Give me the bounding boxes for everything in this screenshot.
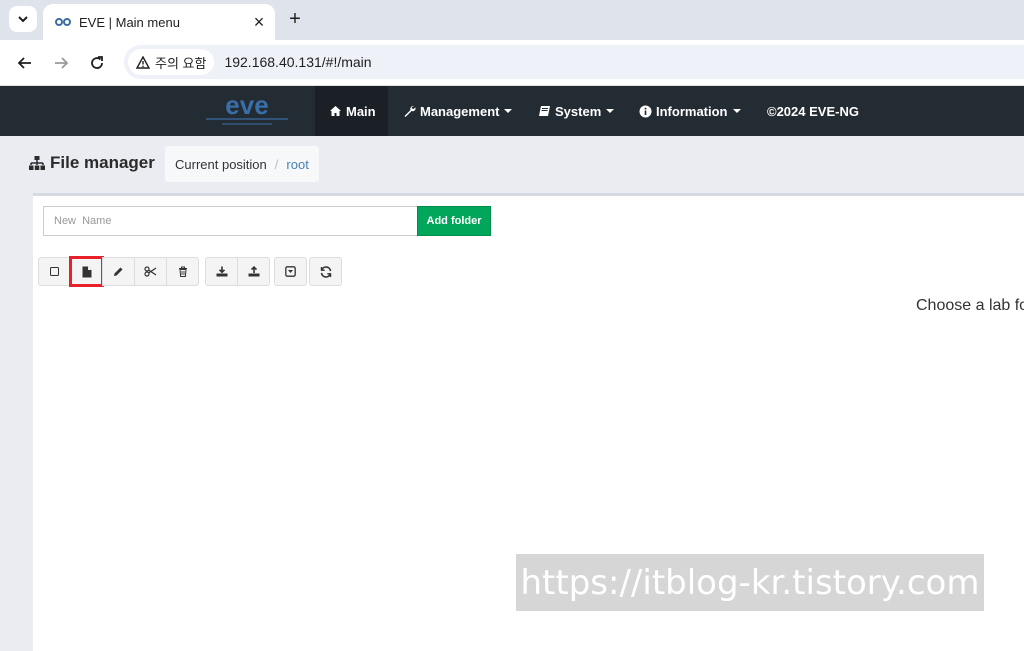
nav-management-label: Management <box>420 103 500 119</box>
nav-system[interactable]: System <box>538 86 615 136</box>
new-tab-button[interactable]: + <box>284 8 306 30</box>
page-title-text: File manager <box>50 153 155 172</box>
nav-information-label: Information <box>656 103 728 119</box>
pencil-icon <box>114 267 123 276</box>
new-file-icon <box>82 266 91 277</box>
upload-icon <box>248 266 259 277</box>
warning-triangle-icon <box>136 55 150 69</box>
chevron-down-icon <box>18 16 28 23</box>
caret-down-icon <box>732 109 741 113</box>
reload-button[interactable] <box>83 49 111 77</box>
file-toolbar-refresh <box>309 257 342 286</box>
security-warning-chip[interactable]: 주의 요함 <box>128 49 215 75</box>
cut-button[interactable] <box>134 257 167 286</box>
nav-system-label: System <box>555 103 602 119</box>
scissors-icon <box>144 266 157 277</box>
nav-information[interactable]: Information <box>639 86 741 136</box>
nav-copyright-label: ©2024 EVE-NG <box>767 103 859 119</box>
info-icon <box>639 105 652 117</box>
trash-icon <box>178 266 187 277</box>
tab-close-icon[interactable]: × <box>247 10 271 34</box>
watermark: https://itblog-kr.tistory.com <box>516 554 984 611</box>
nav-management[interactable]: Management <box>403 86 513 136</box>
tab-search-button[interactable] <box>9 6 37 32</box>
back-arrow-icon <box>17 57 31 69</box>
collapse-down-icon <box>285 266 296 277</box>
choose-lab-message: Choose a lab fo <box>916 297 1024 314</box>
add-folder-button[interactable]: Add folder <box>417 206 491 236</box>
refresh-button[interactable] <box>309 257 342 286</box>
nav-main[interactable]: Main <box>315 86 388 136</box>
svg-text:eve: eve <box>225 92 268 120</box>
wrench-icon <box>404 105 416 117</box>
file-toolbar-transfer <box>205 257 270 286</box>
browser-tab-strip: EVE | Main menu × + <box>0 0 1024 40</box>
nav-copyright[interactable]: ©2024 EVE-NG <box>767 86 859 136</box>
forward-arrow-icon <box>55 57 69 69</box>
breadcrumb: Current position / root <box>165 146 319 182</box>
refresh-icon <box>320 265 331 278</box>
sitemap-icon <box>29 156 45 170</box>
browser-toolbar: 주의 요함 192.168.40.131/#!/main <box>0 40 1024 86</box>
tab-title: EVE | Main menu <box>79 14 180 30</box>
eve-logo-icon: eve <box>206 92 288 125</box>
forward-button[interactable] <box>47 49 75 77</box>
book-icon <box>539 106 550 116</box>
eve-favicon-icon <box>55 16 71 28</box>
collapse-button[interactable] <box>274 257 307 286</box>
checkbox-icon <box>50 267 59 276</box>
eve-navbar: eve Main Management System Information ©… <box>0 86 1024 136</box>
breadcrumb-current: Current position <box>175 156 267 172</box>
delete-button[interactable] <box>166 257 199 286</box>
home-icon <box>330 106 341 116</box>
new-file-button[interactable] <box>69 256 104 287</box>
address-bar[interactable]: 주의 요함 192.168.40.131/#!/main <box>124 45 1024 79</box>
nav-main-label: Main <box>346 103 376 119</box>
file-toolbar-main <box>38 256 199 287</box>
reload-icon <box>91 56 103 69</box>
security-label: 주의 요함 <box>155 55 207 71</box>
caret-down-icon <box>606 109 615 113</box>
export-button[interactable] <box>205 257 238 286</box>
left-gutter <box>0 193 33 651</box>
breadcrumb-separator: / <box>274 156 279 172</box>
browser-tab[interactable]: EVE | Main menu × <box>43 4 275 40</box>
file-toolbar-collapse <box>274 257 307 286</box>
page-header: File manager Current position / root <box>0 136 1024 193</box>
back-button[interactable] <box>11 49 39 77</box>
page-title: File manager <box>28 153 155 173</box>
breadcrumb-root-link[interactable]: root <box>286 157 308 172</box>
url-text: 192.168.40.131/#!/main <box>224 54 372 70</box>
select-all-button[interactable] <box>38 257 71 286</box>
import-button[interactable] <box>237 257 270 286</box>
new-folder-name-input[interactable] <box>43 206 417 236</box>
caret-down-icon <box>504 109 513 113</box>
rename-button[interactable] <box>102 257 135 286</box>
download-icon <box>216 266 227 277</box>
